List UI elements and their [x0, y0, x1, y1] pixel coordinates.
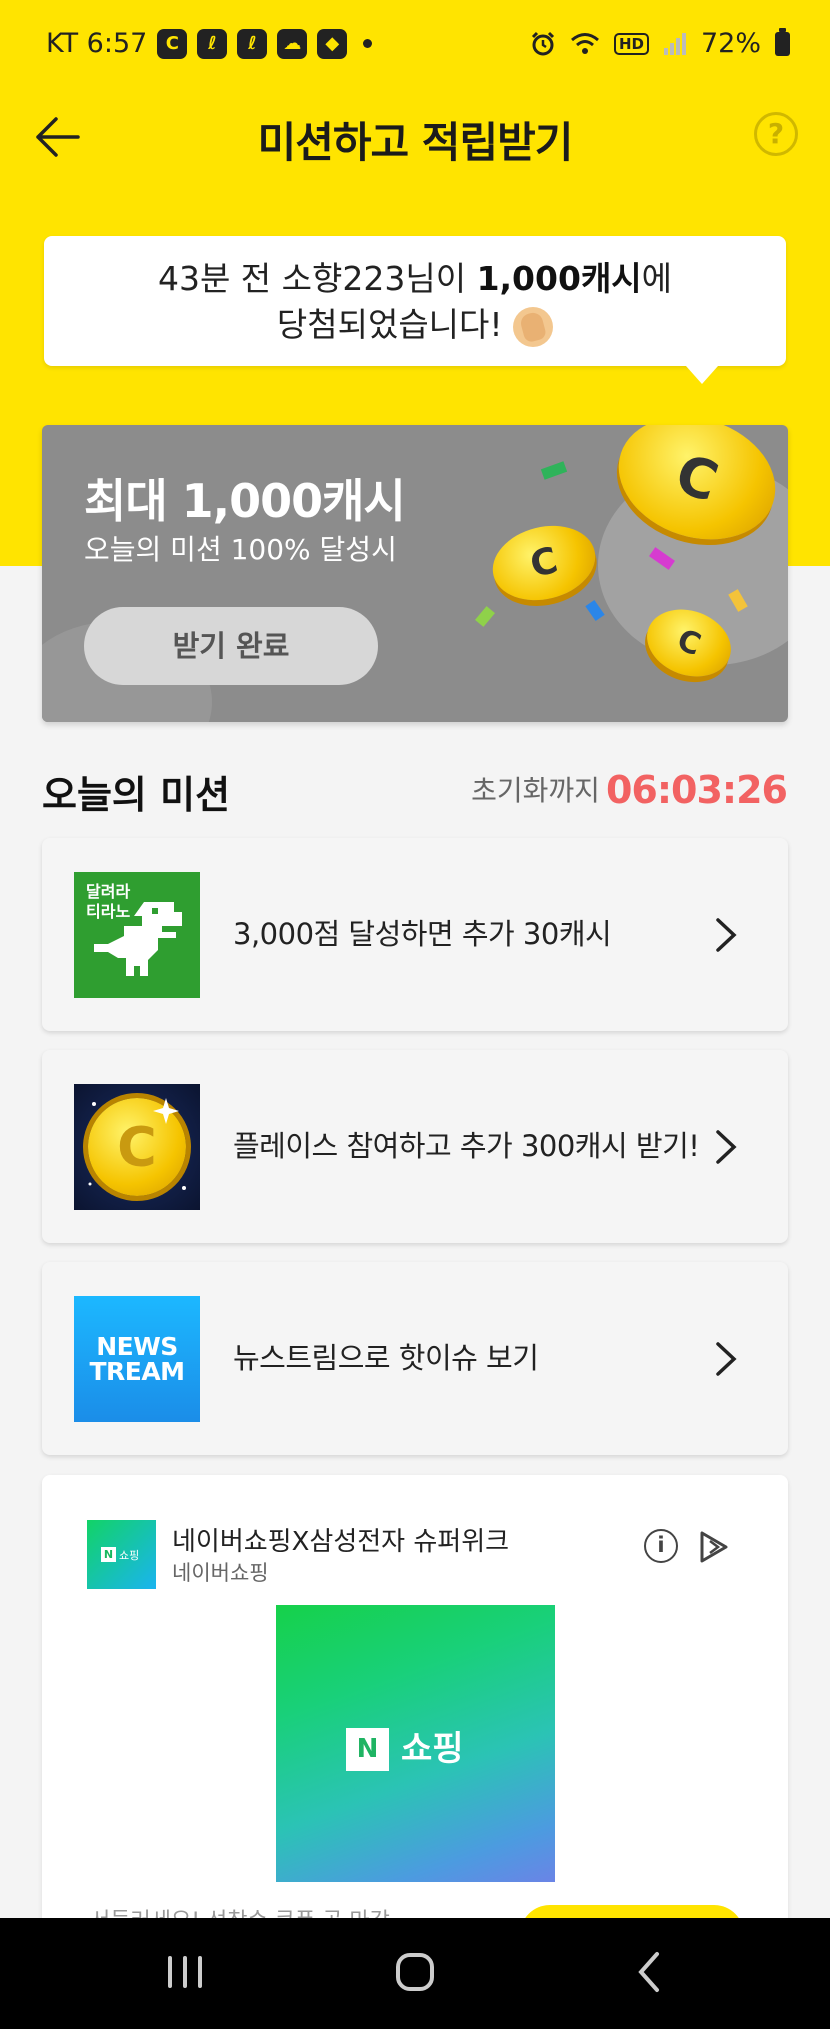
reward-subtitle: 오늘의 미션 100% 달성시: [84, 533, 397, 566]
system-navigation-bar: [0, 1918, 830, 2029]
chevron-right-icon: [716, 1130, 737, 1164]
ad-info-button[interactable]: i: [644, 1529, 678, 1563]
chevron-right-icon: [716, 918, 737, 952]
reset-countdown: 초기화까지 06:03:26: [471, 768, 788, 812]
ad-image-label: 쇼핑: [401, 1729, 464, 1769]
claim-complete-button[interactable]: 받기 완료: [84, 607, 378, 685]
naver-shopping-logo: N 쇼핑: [87, 1520, 156, 1589]
logo-n: N: [101, 1547, 116, 1562]
newstream-logo-text: NEWS TREAM: [89, 1332, 185, 1386]
reset-label: 초기화까지: [471, 774, 600, 807]
coin-icon: C: [484, 515, 604, 611]
mission-item-dino-game[interactable]: 달려라 티라노 3,000점 달성하면 추가 30캐시: [42, 838, 788, 1031]
dino-game-icon: 달려라 티라노: [74, 872, 200, 998]
help-button[interactable]: ?: [754, 112, 798, 156]
notification-app-icon: ℓ: [237, 28, 268, 59]
mission-item-newstream[interactable]: NEWS TREAM 뉴스트림으로 핫이슈 보기: [42, 1262, 788, 1455]
battery-icon: [775, 27, 790, 56]
carrier-time: KT 6:57: [46, 28, 148, 59]
mission-item-place[interactable]: C 플레이스 참여하고 추가 300캐시 받기!: [42, 1050, 788, 1243]
page-title: 미션하고 적립받기: [257, 118, 574, 167]
notice-suffix: 에: [641, 259, 673, 298]
today-missions-title: 오늘의 미션: [42, 773, 231, 817]
status-right: HD 72%: [530, 27, 790, 59]
hd-voice-icon: HD: [613, 32, 649, 55]
winner-notice: 43분 전 소향223님이 1,000캐시에 당첨되었습니다!: [44, 236, 786, 384]
status-bar: KT 6:57 C ℓ ℓ ☁ ◆ HD 72%: [0, 0, 830, 90]
notice-prefix: 43분 전 소향223님이: [157, 259, 477, 298]
ad-image-n-logo: N: [346, 1728, 389, 1771]
reward-title: 최대 1,000캐시: [84, 474, 406, 528]
app-header: 미션하고 적립받기 ?: [0, 95, 830, 185]
cashslide-app-icon: C: [157, 28, 188, 59]
wifi-icon: [571, 32, 599, 54]
confetti-decoration: [540, 461, 568, 480]
dinosaur-icon: [94, 902, 182, 976]
notice-line-2: 당첨되었습니다!: [44, 302, 786, 348]
mission-text: 플레이스 참여하고 추가 300캐시 받기!: [233, 1129, 700, 1163]
battery-percent: 72%: [700, 28, 761, 59]
ad-choices-icon[interactable]: [694, 1527, 734, 1567]
ad-image[interactable]: N 쇼핑: [276, 1605, 555, 1882]
notice-highlight: 1,000캐시: [476, 259, 642, 298]
confetti-decoration: [585, 599, 605, 622]
reward-banner: 최대 1,000캐시 오늘의 미션 100% 달성시 받기 완료 C C C: [42, 425, 788, 722]
mission-text: 뉴스트림으로 핫이슈 보기: [233, 1341, 539, 1375]
alarm-icon: [531, 31, 555, 55]
cloud-app-icon: ☁: [277, 28, 308, 59]
recent-apps-icon[interactable]: [150, 1940, 220, 2004]
status-left: KT 6:57 C ℓ ℓ ☁ ◆: [46, 28, 373, 59]
ad-advertiser: 네이버쇼핑: [172, 1561, 269, 1585]
more-notifications-dot: [363, 39, 373, 48]
logo-text: 쇼핑: [119, 1549, 140, 1562]
ad-title: 네이버쇼핑X삼성전자 슈퍼위크: [172, 1527, 510, 1557]
gold-coin-icon: C: [74, 1084, 200, 1210]
newstream-icon: NEWS TREAM: [74, 1296, 200, 1422]
notice-line-2-text: 당첨되었습니다!: [276, 305, 503, 344]
reset-time: 06:03:26: [605, 768, 788, 812]
back-nav-icon[interactable]: [615, 1940, 685, 2004]
chevron-right-icon: [716, 1342, 737, 1376]
home-icon[interactable]: [380, 1940, 450, 2004]
notification-app-icon: ℓ: [197, 28, 228, 59]
confetti-decoration: [475, 606, 495, 627]
signal-icon: [663, 32, 686, 55]
ad-card[interactable]: N 쇼핑 네이버쇼핑X삼성전자 슈퍼위크 네이버쇼핑 i N 쇼핑 서둘러세요!…: [42, 1475, 788, 1935]
mission-text: 3,000점 달성하면 추가 30캐시: [233, 917, 612, 951]
sparkle-icon: [88, 1098, 186, 1190]
notice-line-1: 43분 전 소향223님이 1,000캐시에: [44, 256, 786, 302]
game-app-icon: ◆: [317, 28, 348, 59]
clapping-hands-icon: [513, 306, 554, 347]
